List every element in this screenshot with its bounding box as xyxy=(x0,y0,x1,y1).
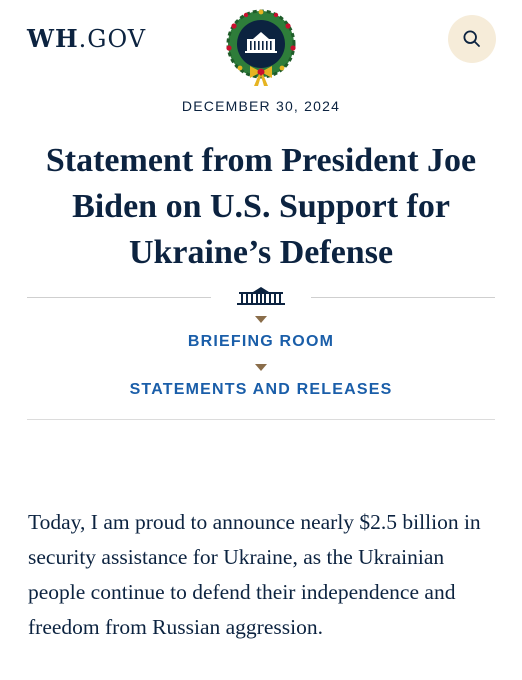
breadcrumb-statements-and-releases[interactable]: STATEMENTS AND RELEASES xyxy=(0,381,522,399)
wh-gov-logo[interactable]: WH.GOV xyxy=(27,24,146,53)
section-divider xyxy=(27,419,495,420)
logo-suffix: .GOV xyxy=(78,25,147,53)
caret-down-icon xyxy=(255,316,267,323)
white-house-icon xyxy=(235,285,287,307)
article-date: DECEMBER 30, 2024 xyxy=(181,98,341,114)
search-button[interactable] xyxy=(448,15,496,63)
article-title: Statement from President Joe Biden on U.… xyxy=(45,142,477,271)
logo-main: WH xyxy=(27,24,79,53)
search-icon xyxy=(463,30,480,47)
breadcrumb-briefing-room[interactable]: BRIEFING ROOM xyxy=(0,333,522,351)
divider-right xyxy=(311,297,495,298)
site-header: WH.GOV xyxy=(0,0,522,88)
article-body-paragraph: Today, I am proud to announce nearly $2.… xyxy=(28,510,481,639)
white-house-seal-icon[interactable] xyxy=(216,6,306,90)
caret-down-icon xyxy=(255,364,267,371)
divider-left xyxy=(27,297,211,298)
